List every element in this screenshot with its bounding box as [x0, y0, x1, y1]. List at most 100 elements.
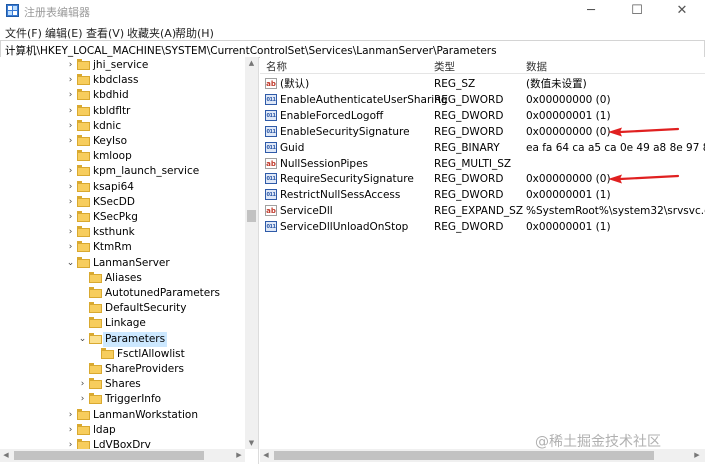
tree-item[interactable]: DefaultSecurity	[0, 301, 245, 316]
chevron-right-icon[interactable]: ›	[66, 73, 75, 88]
chevron-right-icon[interactable]: ›	[66, 240, 75, 255]
tree-item[interactable]: › kbldfltr	[0, 104, 245, 119]
tree-vertical-scrollbar[interactable]: ▲ ▼	[245, 57, 258, 449]
value-row[interactable]: 011 EnableForcedLogoff REG_DWORD 0x00000001…	[260, 108, 705, 124]
column-header-type[interactable]: 类型	[434, 59, 455, 74]
folder-icon	[89, 393, 102, 405]
tree-item[interactable]: › kbdclass	[0, 73, 245, 88]
binary-value-icon: 011	[265, 141, 277, 153]
tree-item[interactable]: › jhi_service	[0, 58, 245, 73]
folder-icon	[101, 347, 114, 359]
value-row[interactable]: 011 EnableSecuritySignature REG_DWORD 0x000…	[260, 124, 705, 140]
menu-view[interactable]: 查看(V)	[86, 25, 124, 41]
chevron-right-icon[interactable]: ›	[66, 104, 75, 119]
tree-item[interactable]: › KtmRm	[0, 240, 245, 255]
tree-item[interactable]: › ksapi64	[0, 180, 245, 195]
scroll-right-icon[interactable]: ▶	[691, 449, 703, 462]
folder-icon	[89, 363, 102, 374]
tree-scroll-thumb[interactable]	[247, 210, 256, 222]
tree-item-label: ksthunk	[93, 226, 135, 239]
folder-icon	[77, 59, 90, 70]
maximize-button[interactable]: ☐	[614, 0, 660, 22]
value-row[interactable]: ab ServiceDll REG_EXPAND_SZ %SystemRoot%\sy…	[260, 203, 705, 219]
tree-item[interactable]: › kdnic	[0, 119, 245, 134]
folder-icon	[89, 302, 102, 314]
tree-item[interactable]: › Shares	[0, 377, 245, 392]
tree-item[interactable]: › kpm_launch_service	[0, 164, 245, 179]
chevron-right-icon[interactable]: ›	[66, 408, 75, 423]
tree-item[interactable]: › KeyIso	[0, 134, 245, 149]
chevron-right-icon[interactable]: ›	[66, 58, 75, 73]
tree-item[interactable]: kmloop	[0, 149, 245, 164]
tree-item[interactable]: AutotunedParameters	[0, 286, 245, 301]
tree-hscroll-thumb[interactable]	[14, 451, 204, 460]
chevron-right-icon[interactable]: ›	[66, 423, 75, 438]
chevron-right-icon[interactable]: ›	[66, 164, 75, 179]
value-data: 0x00000001 (1)	[526, 221, 611, 234]
address-path[interactable]: 计算机\HKEY_LOCAL_MACHINE\SYSTEM\CurrentCon…	[5, 43, 497, 58]
column-header-name[interactable]: 名称	[266, 59, 287, 74]
tree-item[interactable]: › LanmanWorkstation	[0, 408, 245, 423]
address-bar[interactable]: 计算机\HKEY_LOCAL_MACHINE\SYSTEM\CurrentCon…	[0, 40, 705, 58]
value-row[interactable]: 011 Guid REG_BINARY ea fa 64 ca a5 ca 0e 49…	[260, 140, 705, 156]
scroll-left-icon[interactable]: ◀	[260, 449, 272, 462]
chevron-down-icon[interactable]: ⌄	[66, 256, 75, 271]
tree-item[interactable]: Aliases	[0, 271, 245, 286]
tree-item-label: kpm_launch_service	[93, 165, 200, 178]
tree-item[interactable]: ShareProviders	[0, 362, 245, 377]
folder-icon	[77, 211, 90, 222]
tree-item[interactable]: › ldap	[0, 423, 245, 438]
value-name: ServiceDll	[280, 205, 333, 218]
tree-item[interactable]: FsctlAllowlist	[0, 347, 245, 362]
minimize-button[interactable]: ─	[568, 0, 614, 22]
chevron-right-icon[interactable]: ›	[66, 180, 75, 195]
tree-item[interactable]: › ksthunk	[0, 225, 245, 240]
tree-item-label: Aliases	[105, 271, 142, 284]
chevron-right-icon[interactable]: ›	[78, 392, 87, 407]
chevron-right-icon[interactable]: ›	[66, 134, 75, 149]
value-row[interactable]: ab NullSessionPipes REG_MULTI_SZ	[260, 156, 705, 172]
chevron-right-icon[interactable]: ›	[66, 210, 75, 225]
scroll-right-icon[interactable]: ▶	[233, 449, 245, 462]
window-title: 注册表编辑器	[24, 6, 90, 19]
tree-item[interactable]: › kbdhid	[0, 88, 245, 103]
close-button[interactable]: ✕	[659, 0, 705, 22]
chevron-down-icon[interactable]: ⌄	[78, 332, 87, 347]
value-row[interactable]: 011 RequireSecuritySignature REG_DWORD 0x00…	[260, 171, 705, 187]
tree-item-label: KSecPkg	[93, 211, 138, 223]
tree-item-label: kbdclass	[93, 74, 139, 87]
value-row[interactable]: ab (默认) REG_SZ (数值未设置)	[260, 76, 705, 92]
tree-item[interactable]: › TriggerInfo	[0, 392, 245, 407]
scroll-up-icon[interactable]: ▲	[245, 57, 258, 69]
chevron-right-icon	[78, 362, 87, 377]
folder-icon	[77, 119, 90, 131]
chevron-right-icon	[78, 316, 87, 331]
chevron-right-icon[interactable]: ›	[78, 377, 87, 392]
tree-horizontal-scrollbar[interactable]: ◀ ▶	[0, 449, 245, 462]
chevron-right-icon[interactable]: ›	[66, 225, 75, 240]
value-row[interactable]: 011 ServiceDllUnloadOnStop REG_DWORD 0x0000…	[260, 219, 705, 235]
tree-item[interactable]: › KSecDD	[0, 195, 245, 210]
values-hscroll-thumb[interactable]	[274, 451, 654, 460]
chevron-right-icon[interactable]: ›	[66, 195, 75, 210]
menu-edit[interactable]: 编辑(E)	[45, 25, 83, 41]
scroll-down-icon[interactable]: ▼	[245, 437, 258, 449]
chevron-right-icon[interactable]: ›	[66, 119, 75, 134]
value-name: RequireSecuritySignature	[280, 173, 414, 186]
menu-file[interactable]: 文件(F)	[5, 25, 42, 41]
scroll-left-icon[interactable]: ◀	[0, 449, 12, 462]
tree-item[interactable]: Linkage	[0, 316, 245, 331]
value-row[interactable]: 011 RestrictNullSessAccess REG_DWORD 0x0000…	[260, 187, 705, 203]
value-row[interactable]: 011 EnableAuthenticateUserSharing REG_DWOR…	[260, 92, 705, 108]
folder-icon	[77, 74, 90, 86]
value-type: REG_EXPAND_SZ	[434, 205, 524, 218]
tree-item[interactable]: ⌄ Parameters	[0, 331, 245, 347]
chevron-right-icon[interactable]: ›	[66, 88, 75, 103]
menu-help[interactable]: 帮助(H)	[175, 25, 214, 41]
tree-item[interactable]: › KSecPkg	[0, 210, 245, 225]
column-header-data[interactable]: 数据	[526, 59, 547, 74]
tree-item[interactable]: ⌄ LanmanServer	[0, 256, 245, 271]
menu-favorites[interactable]: 收藏夹(A)	[127, 25, 176, 41]
tree-item-label: ksapi64	[93, 180, 134, 193]
chevron-right-icon	[78, 271, 87, 286]
